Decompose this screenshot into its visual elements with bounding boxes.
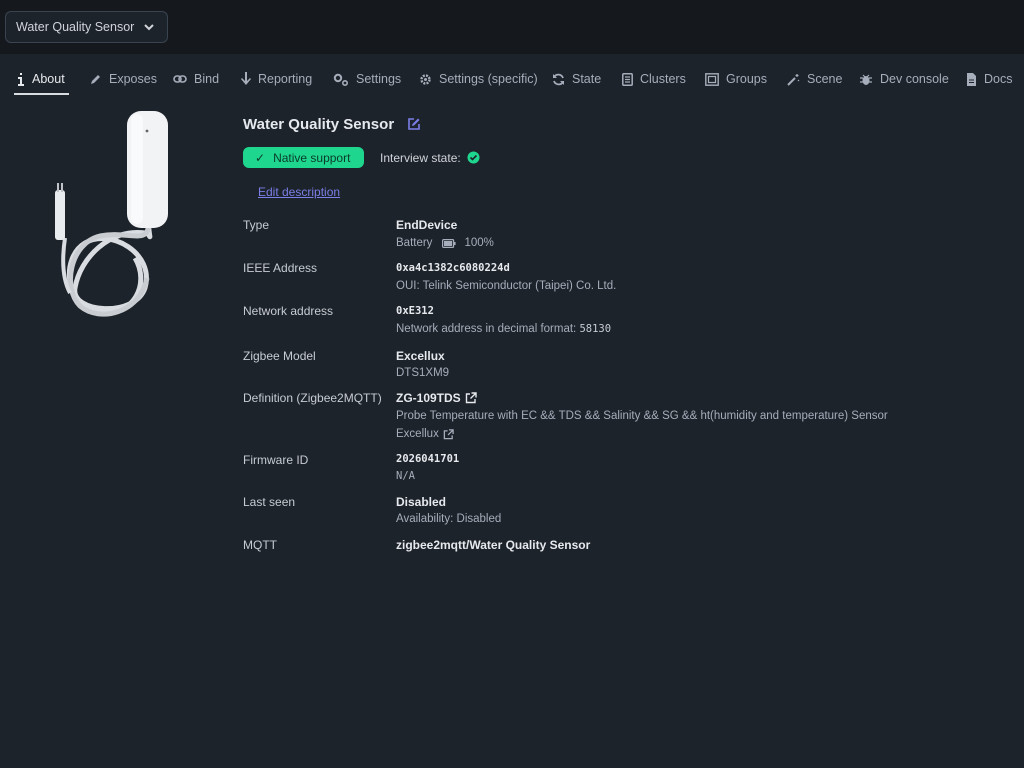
tab-label: Bind [194,72,220,86]
active-tab-indicator [14,93,69,95]
firmware-label: Firmware ID [243,453,309,467]
zigbee-model-sub: DTS1XM9 [396,367,450,379]
tab-scene[interactable]: Scene [787,64,842,94]
edit-description-link[interactable]: Edit description [258,185,340,199]
document-icon [967,72,976,86]
zigbee-model-label: Zigbee Model [243,349,316,363]
definition-value: ZG-109TDS [396,391,461,405]
vendor-value: Excellux [396,428,439,440]
network-value: 0xE312 [396,305,434,317]
mqtt-value: zigbee2mqtt/Water Quality Sensor [396,538,591,552]
top-bar: Water Quality Sensor [0,0,1024,54]
device-title: Water Quality Sensor [243,116,395,133]
device-select[interactable]: Water Quality Sensor [5,11,168,43]
tab-exposes[interactable]: Exposes [90,64,157,94]
edit-icon[interactable] [407,117,421,131]
battery-icon [442,238,457,248]
tab-about[interactable]: About [17,64,65,94]
network-decimal-label: Network address in decimal format: [396,323,577,335]
type-label: Type [243,218,270,232]
interview-state-label: Interview state: [380,151,461,165]
zigbee-model-value: Excellux [396,349,445,363]
availability-text: Availability: Disabled [396,513,502,525]
pencil-icon [91,75,100,84]
tab-label: Groups [726,72,767,86]
check-circle-icon [467,151,480,164]
network-decimal-row: Network address in decimal format: 58130 [396,323,611,335]
battery-label: Battery [396,237,433,249]
tab-label: About [32,72,65,86]
ieee-label: IEEE Address [243,261,318,275]
tab-label: Dev console [880,72,949,86]
tab-label: Settings (specific) [439,72,538,86]
bug-icon [860,74,872,85]
network-decimal-value: 58130 [579,323,612,335]
tab-bind[interactable]: Bind [173,64,219,94]
refresh-icon [553,73,564,85]
tab-bar: About Exposes Bind Reporting Settings Se… [0,64,1024,98]
device-image [55,111,168,317]
gear-icon [420,73,431,85]
arrow-down-icon [241,72,251,85]
tab-clusters[interactable]: Clusters [622,64,686,94]
tab-reporting[interactable]: Reporting [241,64,312,94]
device-select-value: Water Quality Sensor [16,20,135,34]
tab-settings-specific[interactable]: Settings (specific) [419,64,538,94]
definition-description: Probe Temperature with EC && TDS && Sali… [396,410,888,422]
mqtt-label: MQTT [243,538,277,552]
badge-label: Native support [273,150,351,165]
info-icon [18,72,24,86]
ieee-oui: OUI: Telink Semiconductor (Taipei) Co. L… [396,280,617,292]
definition-label: Definition (Zigbee2MQTT) [243,391,382,405]
tab-label: Docs [984,72,1013,86]
tab-label: Exposes [109,72,157,86]
chevron-down-icon [144,24,154,31]
firmware-sub: N/A [396,470,415,482]
type-value: EndDevice [396,218,458,232]
gears-icon [333,73,348,86]
native-support-badge: ✓ Native support [243,147,364,168]
tab-settings[interactable]: Settings [333,64,401,94]
tab-dev-console[interactable]: Dev console [859,64,949,94]
link-icon [173,75,187,83]
last-seen-label: Last seen [243,495,296,509]
vendor-link[interactable]: Excellux [396,428,454,440]
tab-label: Reporting [258,72,313,86]
list-icon [622,72,633,86]
tab-label: State [572,72,602,86]
tab-label: Settings [356,72,402,86]
definition-link[interactable]: ZG-109TDS [396,391,477,405]
object-group-icon [705,72,719,86]
ieee-value: 0xa4c1382c6080224d [396,262,510,274]
tab-docs[interactable]: Docs [966,64,1012,94]
firmware-value: 2026041701 [396,453,460,465]
battery-value: 100% [464,237,494,249]
tab-state[interactable]: State [552,64,601,94]
external-link-icon [443,428,454,439]
tab-label: Clusters [640,72,686,86]
tab-groups[interactable]: Groups [705,64,767,94]
magic-wand-icon [787,73,800,86]
last-seen-value: Disabled [396,495,447,509]
tab-label: Scene [807,72,843,86]
external-link-icon [465,392,477,404]
battery-row: Battery 100% [396,237,494,249]
network-label: Network address [243,304,334,318]
checkmark-icon: ✓ [255,150,266,165]
